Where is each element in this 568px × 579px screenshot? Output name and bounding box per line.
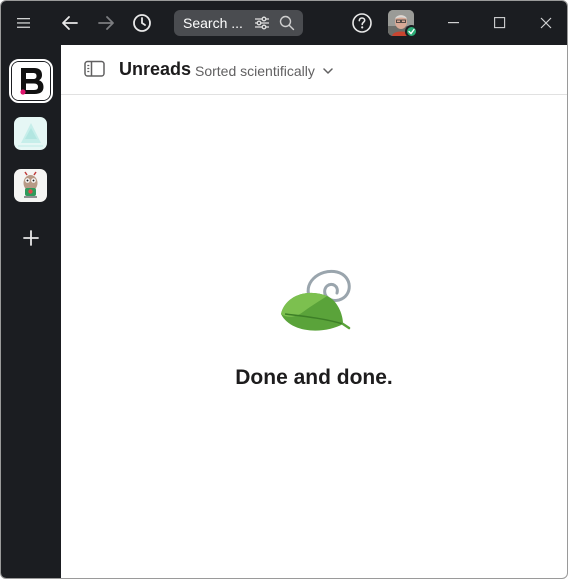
filter-icon[interactable] — [254, 15, 270, 31]
forward-button[interactable] — [92, 9, 120, 37]
workspace-b-logo — [12, 62, 50, 100]
help-icon[interactable] — [351, 12, 373, 34]
back-button[interactable] — [56, 9, 84, 37]
channel-header: Unreads Sorted scientifically — [61, 45, 567, 95]
minimize-icon[interactable] — [448, 22, 460, 24]
leaf-illustration — [281, 269, 351, 331]
workspace-2-logo — [14, 117, 47, 150]
workspace-b[interactable] — [12, 62, 50, 100]
history-icon — [133, 14, 151, 32]
empty-state-message: Done and done. — [235, 366, 393, 389]
workspace-2[interactable] — [14, 117, 47, 150]
sort-label: Sorted scientifically — [195, 63, 315, 79]
chevron-down-icon — [323, 68, 333, 74]
forward-arrow-icon — [98, 16, 114, 30]
page-title: Unreads — [119, 59, 192, 79]
workspace-3-logo — [14, 169, 47, 202]
title-bar: Search ... — [1, 1, 567, 45]
app-window: Search ... Unreads Sorted scientifically… — [0, 0, 568, 579]
online-icon — [408, 28, 415, 35]
workspace-3[interactable] — [14, 169, 47, 202]
sort-dropdown[interactable]: Sorted scientifically — [195, 63, 333, 79]
empty-state: Done and done. — [61, 96, 567, 578]
plus-icon[interactable] — [19, 226, 43, 250]
menu-button[interactable] — [10, 9, 38, 37]
menu-icon — [17, 18, 30, 28]
search-icon — [279, 15, 295, 31]
close-icon[interactable] — [540, 17, 552, 29]
back-arrow-icon — [62, 16, 78, 30]
search-bar[interactable]: Search ... — [174, 10, 303, 36]
maximize-icon[interactable] — [494, 17, 506, 29]
sidebar-toggle-icon[interactable] — [84, 60, 106, 78]
search-label: Search ... — [183, 15, 243, 31]
status-badge — [405, 25, 418, 38]
workspace-rail — [1, 45, 61, 578]
history-button[interactable] — [128, 9, 156, 37]
